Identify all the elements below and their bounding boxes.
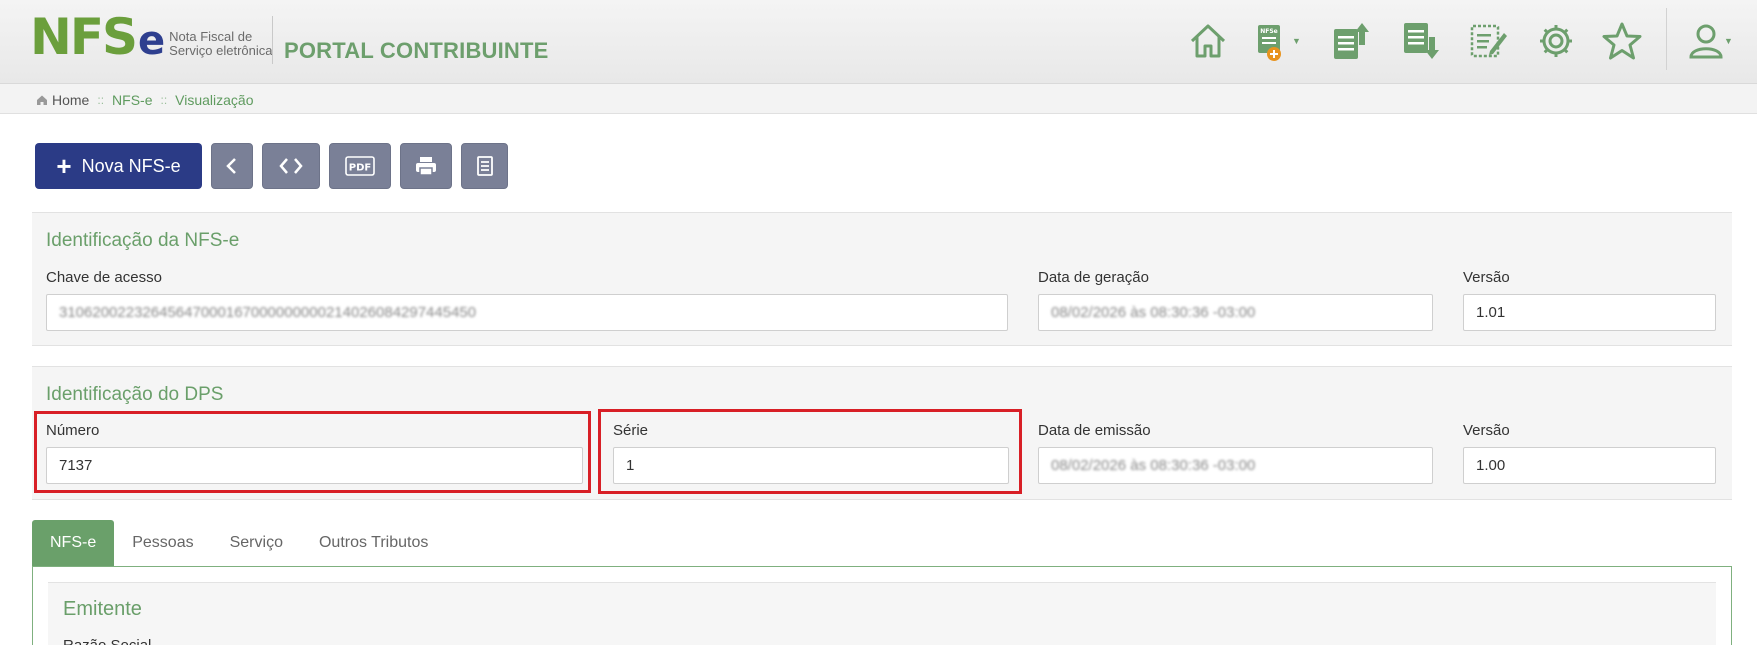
logo-subtitle: Nota Fiscal de Serviço eletrônica: [169, 29, 273, 58]
favorites-star-icon[interactable]: [1600, 18, 1644, 64]
breadcrumb-visualizacao[interactable]: Visualização: [175, 92, 253, 108]
tab-pessoas[interactable]: Pessoas: [114, 520, 211, 566]
edit-document-icon[interactable]: [1466, 18, 1510, 64]
data-geracao-field[interactable]: 08/02/2026 às 08:30:36 -03:00: [1038, 294, 1433, 331]
new-nfse-icon[interactable]: NFSe: [1250, 18, 1294, 64]
breadcrumb-nfse[interactable]: NFS-e: [112, 92, 152, 108]
emitente-section: [48, 582, 1716, 645]
data-geracao-label: Data de geração: [1038, 269, 1149, 286]
download-document-icon[interactable]: [1398, 18, 1442, 64]
header-divider: [1666, 8, 1667, 70]
code-icon: [279, 158, 303, 174]
data-emissao-field[interactable]: 08/02/2026 às 08:30:36 -03:00: [1038, 447, 1433, 484]
back-button[interactable]: [211, 143, 253, 189]
logo-mark: NFSe: [30, 8, 165, 66]
chevron-down-icon[interactable]: ▼: [1724, 36, 1733, 46]
panel-title: Identificação do DPS: [46, 384, 224, 405]
new-nfse-button[interactable]: + Nova NFS-e: [35, 143, 202, 189]
chevron-down-icon[interactable]: ▼: [1292, 36, 1301, 46]
user-profile-icon[interactable]: [1684, 18, 1728, 64]
tab-outros-tributos[interactable]: Outros Tributos: [301, 520, 446, 566]
settings-gear-icon[interactable]: [1534, 18, 1578, 64]
detail-tabs: NFS-e Pessoas Serviço Outros Tributos: [32, 520, 446, 566]
breadcrumb-home[interactable]: Home: [36, 92, 89, 108]
print-button[interactable]: [400, 143, 452, 189]
print-icon: [416, 157, 436, 176]
chave-label: Chave de acesso: [46, 269, 162, 286]
serie-highlight-box: [598, 409, 1022, 494]
chave-acesso-field[interactable]: 3106200223264564700016700000000021402608…: [46, 294, 1008, 331]
tab-servico[interactable]: Serviço: [212, 520, 301, 566]
xml-button[interactable]: [262, 143, 320, 189]
svg-text:NFSe: NFSe: [1260, 28, 1278, 35]
top-header: NFSe Nota Fiscal de Serviço eletrônica P…: [0, 0, 1757, 84]
nfse-identification-panel: Identificação da NFS-e Chave de acesso 3…: [32, 212, 1732, 346]
document-icon: [476, 156, 493, 176]
versao-label: Versão: [1463, 422, 1510, 439]
numero-highlight-box: [34, 411, 591, 493]
pdf-button[interactable]: PDF: [329, 143, 391, 189]
data-emissao-label: Data de emissão: [1038, 422, 1151, 439]
action-toolbar: + Nova NFS-e PDF: [35, 143, 508, 189]
tab-nfse[interactable]: NFS-e: [32, 520, 115, 566]
view-document-button[interactable]: [461, 143, 508, 189]
versao-label: Versão: [1463, 269, 1510, 286]
svg-text:PDF: PDF: [349, 163, 371, 174]
emitente-title: Emitente: [63, 598, 142, 620]
panel-title: Identificação da NFS-e: [46, 230, 240, 251]
home-icon: [37, 95, 47, 105]
versao-nfse-field[interactable]: 1.01: [1463, 294, 1716, 331]
tab-content: Emitente Razão Social: [32, 566, 1732, 645]
pdf-icon: PDF: [345, 156, 375, 176]
nfse-logo[interactable]: NFSe Nota Fiscal de Serviço eletrônica: [30, 8, 273, 66]
back-chevron-icon: [226, 158, 236, 174]
logo-divider: [272, 16, 273, 64]
portal-title: PORTAL CONTRIBUINTE: [284, 38, 549, 63]
upload-document-icon[interactable]: [1328, 18, 1372, 64]
breadcrumb-separator: ::: [160, 93, 168, 107]
versao-dps-field[interactable]: 1.00: [1463, 447, 1716, 484]
plus-icon: +: [56, 151, 72, 181]
breadcrumb-separator: ::: [97, 93, 105, 107]
home-icon[interactable]: [1186, 18, 1230, 64]
razao-social-label: Razão Social: [63, 637, 151, 645]
breadcrumb: Home :: NFS-e :: Visualização: [0, 84, 1757, 114]
